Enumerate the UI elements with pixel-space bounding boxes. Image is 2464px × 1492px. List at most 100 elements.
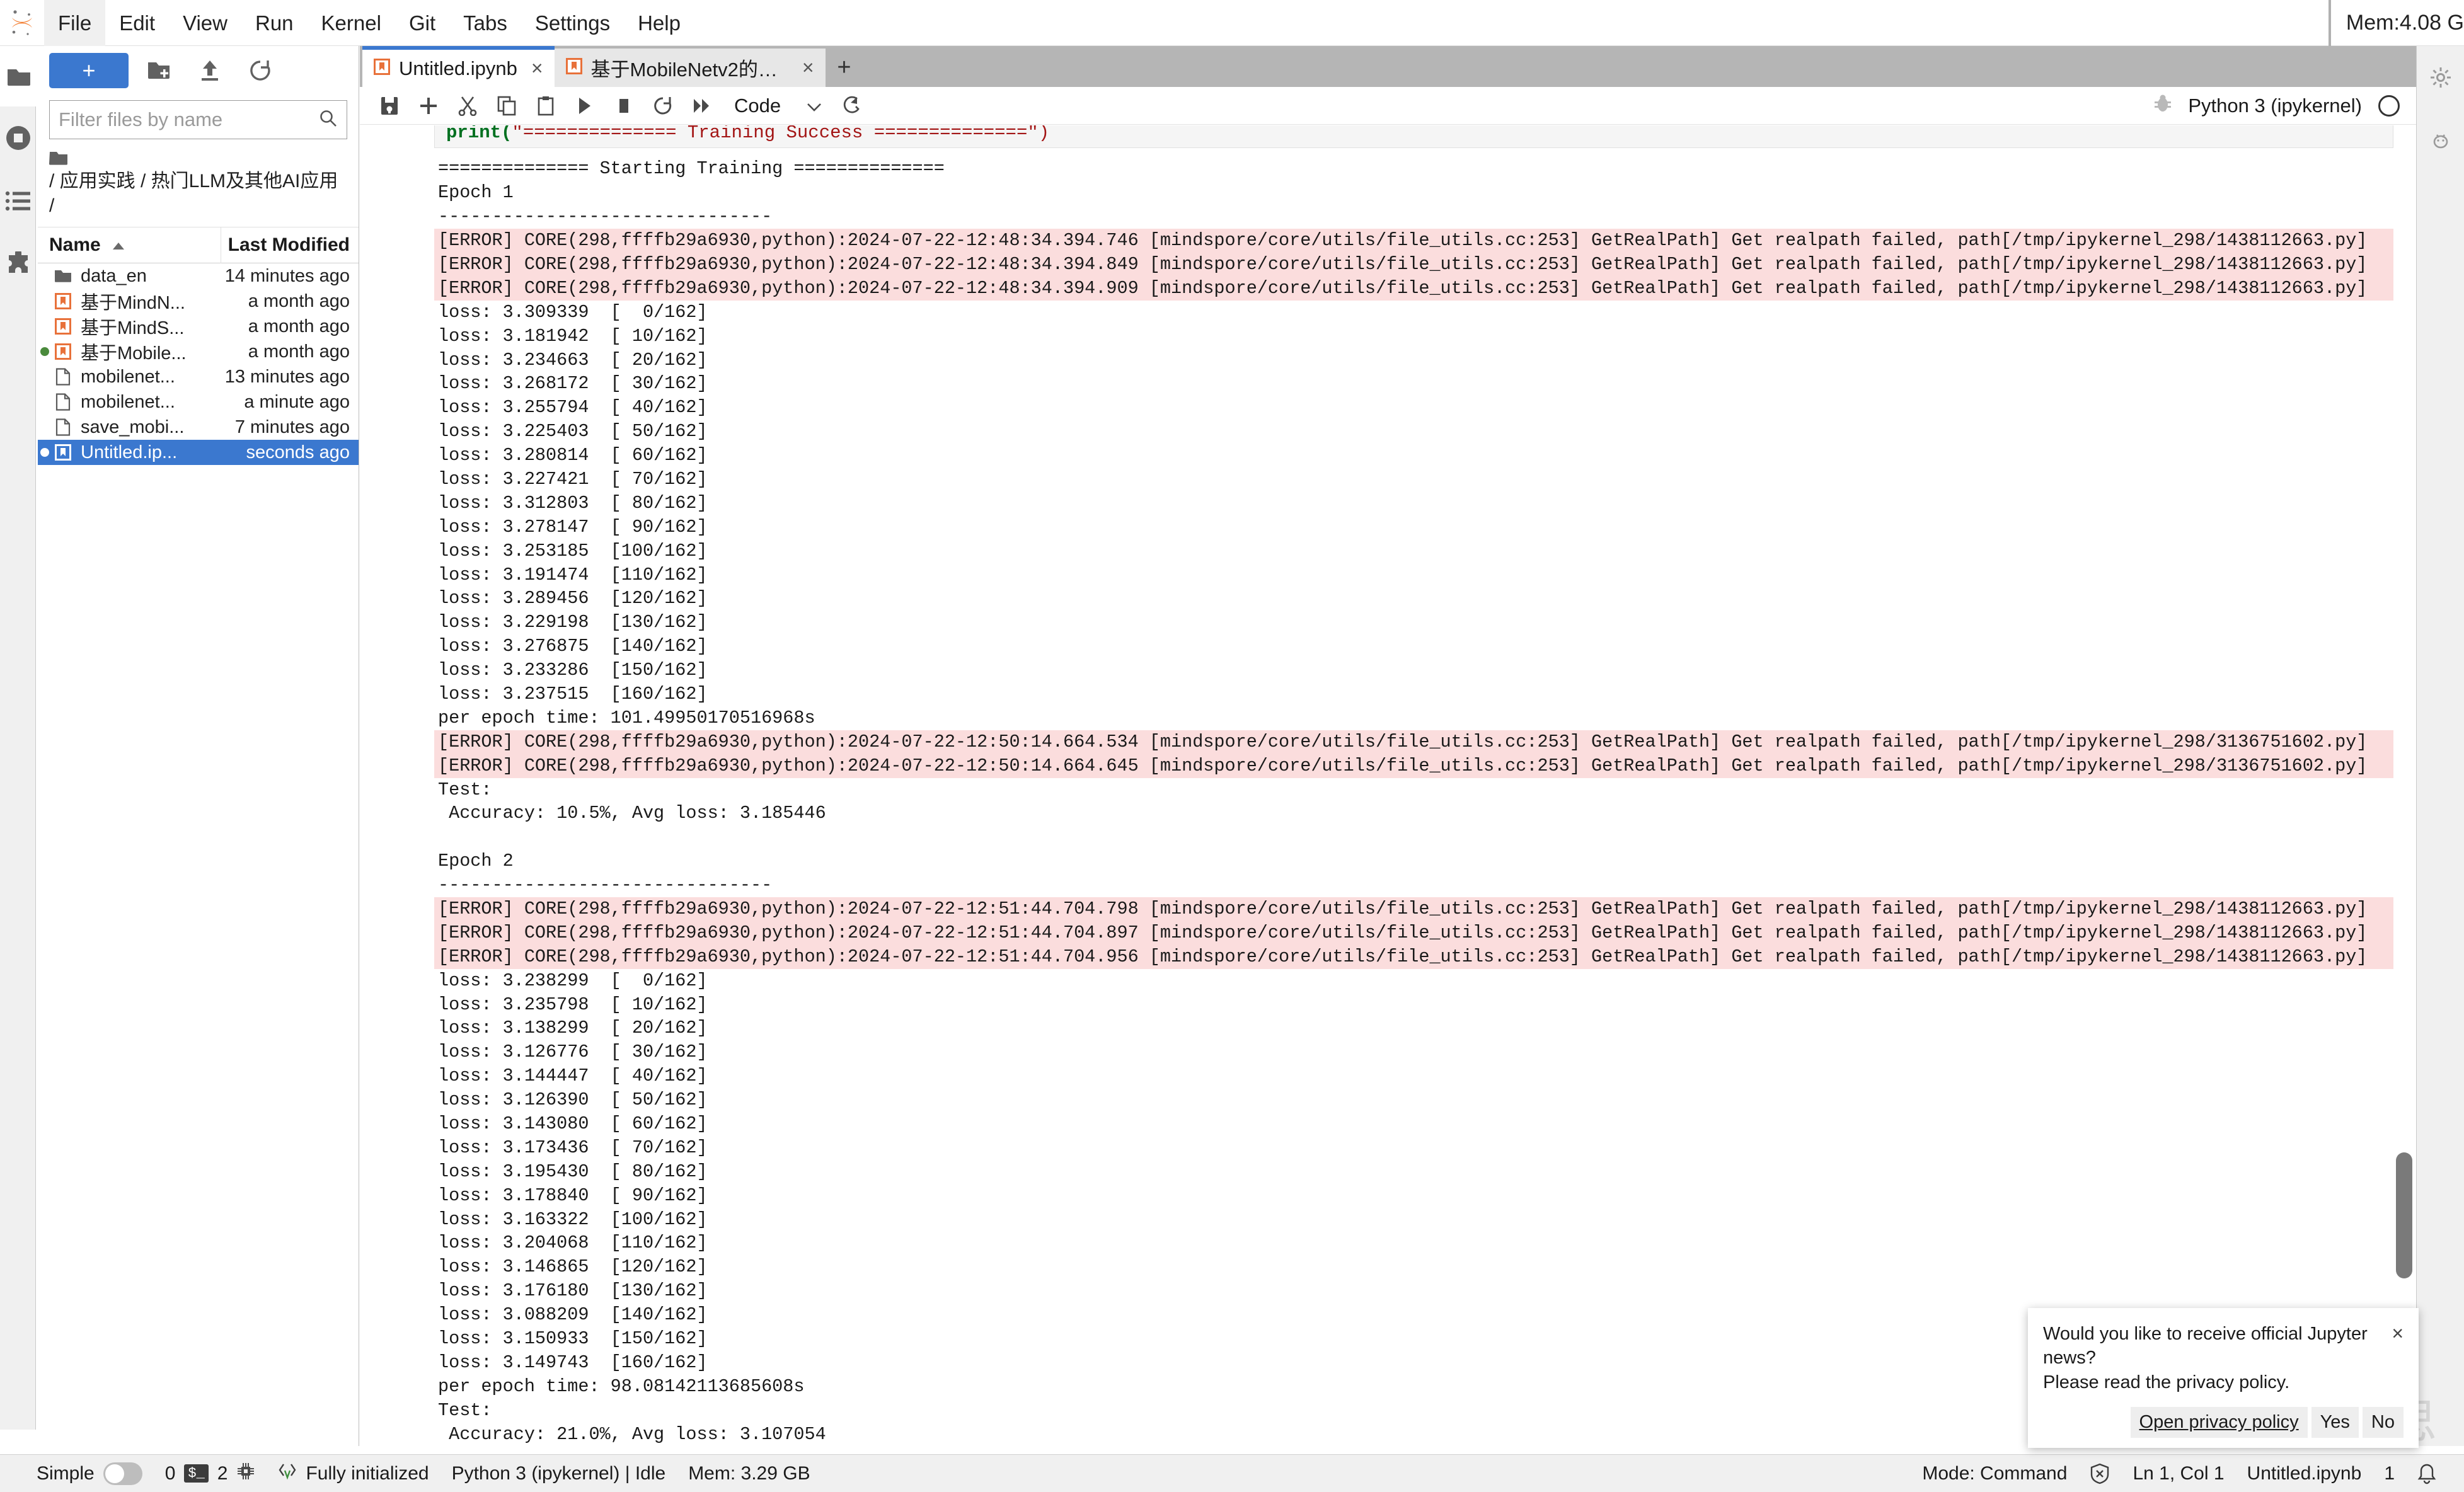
running-terminals-icon[interactable] — [0, 106, 36, 169]
code-token-string: ============== Training Success ========… — [522, 125, 1028, 143]
cell-type-select[interactable]: Code — [734, 95, 822, 117]
copy-icon[interactable] — [487, 88, 526, 123]
list-item[interactable]: 基于MindN... a month ago — [38, 289, 359, 314]
notebook-panel: Code Python 3 (ipykernel) print("=======… — [360, 87, 2416, 1446]
notebook-vertical-scrollbar[interactable] — [2396, 1152, 2412, 1278]
shield-x-icon[interactable] — [2078, 1463, 2121, 1484]
notebook-icon — [52, 318, 74, 335]
new-tab-button[interactable]: + — [826, 49, 863, 87]
output-line: loss: 3.255794 [ 40/162] — [438, 397, 708, 418]
output-line: ------------------------------- — [438, 875, 773, 896]
output-line: loss: 3.289456 [120/162] — [438, 588, 708, 609]
tab-label: Untitled.ipynb — [399, 57, 517, 79]
close-icon[interactable]: × — [531, 57, 543, 80]
list-item[interactable]: 基于Mobile... a month ago — [38, 339, 359, 364]
notebook-scroll-area[interactable]: print("============== Training Success =… — [360, 125, 2416, 1446]
output-line: loss: 3.143080 [ 60/162] — [438, 1113, 708, 1134]
debugger-panel-icon[interactable] — [2417, 109, 2464, 172]
file-list: data_en 14 minutes ago 基于MindN... a mont… — [38, 263, 359, 466]
kernel-name-label[interactable]: Python 3 (ipykernel) — [2188, 95, 2362, 117]
simple-mode-toggle[interactable]: Simple — [25, 1462, 154, 1485]
output-line: loss: 3.229198 [130/162] — [438, 612, 708, 633]
output-line-error: [ERROR] CORE(298,ffffb29a6930,python):20… — [434, 229, 2393, 253]
breadcrumb[interactable]: / 应用实践 / 热门LLM及其他AI应用 / — [38, 139, 359, 218]
output-line: ------------------------------- — [438, 206, 773, 227]
list-item[interactable]: 基于MindS... a month ago — [38, 314, 359, 339]
cpu-icon — [236, 1462, 255, 1486]
column-header-last-modified[interactable]: Last Modified — [221, 227, 359, 263]
main-dock-area: Untitled.ipynb × 基于MobileNetv2的垃圾分类 × + — [360, 46, 2416, 1446]
extension-manager-icon[interactable] — [0, 232, 36, 296]
close-icon[interactable]: × — [2381, 1322, 2404, 1345]
column-header-name[interactable]: Name — [38, 227, 221, 264]
running-kernel-dot — [38, 447, 52, 457]
menu-item-view[interactable]: View — [169, 0, 241, 46]
stop-icon[interactable] — [604, 88, 643, 123]
cut-icon[interactable] — [448, 88, 487, 123]
menu-item-file[interactable]: File — [44, 0, 106, 46]
file-list-header: Name Last Modified — [38, 227, 359, 264]
notebook-toolbar-right: Python 3 (ipykernel) — [2154, 94, 2416, 118]
refresh-icon[interactable] — [241, 53, 280, 88]
table-of-contents-icon[interactable] — [0, 169, 36, 232]
bell-icon[interactable] — [2406, 1463, 2448, 1484]
tab-untitled-ipynb[interactable]: Untitled.ipynb × — [362, 46, 555, 87]
output-line: loss: 3.138299 [ 20/162] — [438, 1018, 708, 1039]
menu-item-git[interactable]: Git — [395, 0, 449, 46]
search-input[interactable] — [59, 108, 319, 131]
code-cell-print[interactable]: print("============== Training Success =… — [434, 125, 2393, 149]
output-line: loss: 3.312803 [ 80/162] — [438, 492, 708, 514]
open-privacy-policy-button[interactable]: Open privacy policy — [2130, 1407, 2308, 1438]
kernel-status[interactable]: Python 3 (ipykernel) | Idle — [440, 1463, 677, 1484]
output-line: loss: 3.234663 [ 20/162] — [438, 349, 708, 370]
menu-item-kernel[interactable]: Kernel — [308, 0, 395, 46]
insert-cell-icon[interactable] — [409, 88, 448, 123]
file-filter-box[interactable] — [49, 100, 347, 139]
bug-icon[interactable] — [2154, 94, 2172, 118]
list-item-selected[interactable]: Untitled.ip... seconds ago — [38, 440, 359, 466]
folder-icon[interactable] — [0, 52, 38, 101]
breadcrumb-path[interactable]: / 应用实践 / 热门LLM及其他AI应用 / — [49, 169, 347, 218]
git-status[interactable]: Fully initialized — [267, 1462, 440, 1486]
menu-item-tabs[interactable]: Tabs — [449, 0, 521, 46]
notebook-toolbar: Code Python 3 (ipykernel) — [360, 87, 2416, 125]
tab-mobilenetv2-notebook[interactable]: 基于MobileNetv2的垃圾分类 × — [554, 49, 826, 87]
new-folder-icon[interactable] — [140, 53, 179, 88]
list-item[interactable]: mobilenet... 13 minutes ago — [38, 364, 359, 389]
no-button[interactable]: No — [2362, 1407, 2404, 1438]
restart-run-all-icon[interactable] — [682, 88, 722, 123]
close-icon[interactable]: × — [802, 56, 814, 79]
breadcrumb-folder-icon[interactable] — [49, 148, 68, 172]
property-inspector-icon[interactable] — [2417, 46, 2464, 109]
list-item[interactable]: data_en 14 minutes ago — [38, 263, 359, 289]
new-launcher-button[interactable]: + — [49, 53, 129, 88]
file-name: 基于MindN... — [81, 293, 185, 314]
menu-item-help[interactable]: Help — [624, 0, 694, 46]
file-name: Untitled.ip... — [81, 442, 178, 462]
command-mode-icon[interactable] — [832, 88, 872, 123]
upload-icon[interactable] — [190, 53, 229, 88]
kernel-count-status[interactable]: 0 $_ 2 — [154, 1462, 267, 1486]
restart-kernel-icon[interactable] — [643, 88, 682, 123]
cursor-position-status[interactable]: Ln 1, Col 1 — [2121, 1463, 2235, 1484]
activity-bar — [0, 46, 38, 1462]
list-item[interactable]: save_mobi... 7 minutes ago — [38, 415, 359, 440]
run-icon[interactable] — [565, 88, 604, 123]
file-name: mobilenet... — [81, 366, 175, 387]
toggle-switch[interactable] — [103, 1462, 142, 1485]
kernel-idle-circle-icon[interactable] — [2378, 95, 2400, 117]
output-line: loss: 3.233286 [150/162] — [438, 660, 708, 681]
editor-mode-status[interactable]: Mode: Command — [1911, 1463, 2078, 1484]
output-line-error: [ERROR] CORE(298,ffffb29a6930,python):20… — [434, 754, 2393, 778]
save-icon[interactable] — [370, 88, 409, 123]
notification-count[interactable]: 1 — [2373, 1463, 2406, 1484]
paste-icon[interactable] — [526, 88, 565, 123]
list-item[interactable]: mobilenet... a minute ago — [38, 389, 359, 415]
menu-item-run[interactable]: Run — [241, 0, 308, 46]
menu-item-edit[interactable]: Edit — [105, 0, 169, 46]
output-line: loss: 3.238299 [ 0/162] — [438, 970, 708, 991]
search-icon — [319, 109, 338, 131]
yes-button[interactable]: Yes — [2311, 1407, 2359, 1438]
menu-item-settings[interactable]: Settings — [521, 0, 624, 46]
